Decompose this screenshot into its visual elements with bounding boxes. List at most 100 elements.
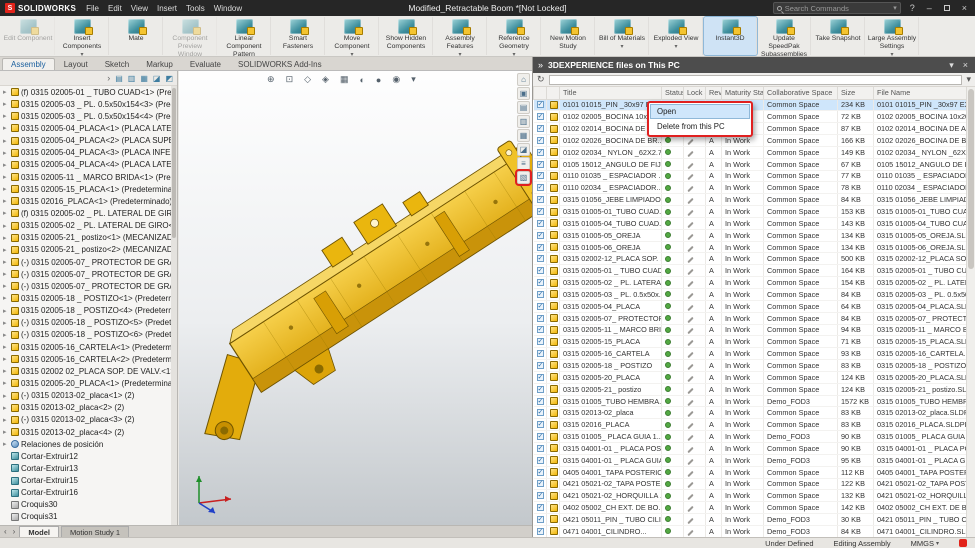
row-checkbox[interactable]	[537, 113, 544, 120]
expand-arrow-icon[interactable]: ▸	[3, 185, 9, 193]
file-row[interactable]: 0315 04001-01 _ PLACA POS... A In Work C…	[534, 442, 967, 454]
panel-options-icon[interactable]: ▾	[947, 60, 956, 71]
file-row[interactable]: 0102 02034_ NYLON _62X2.7... A In Work C…	[534, 146, 967, 158]
menu-item[interactable]: Tools	[182, 3, 209, 14]
feature-tree-item[interactable]: ▸ Cortar-Extruir13	[0, 462, 171, 474]
row-checkbox[interactable]	[537, 101, 544, 108]
row-checkbox[interactable]	[537, 184, 544, 191]
file-row[interactable]: 0105 15012_ANGULO DE FIJ... A In Work Co…	[534, 158, 967, 170]
file-row[interactable]: 0315 02005-04_PLACA A In Work Common Spa…	[534, 300, 967, 312]
feature-tree-item[interactable]: ▸ 0315 02005-03 _ PL. 0.5x50x154<3> (Pre…	[0, 98, 171, 110]
configurationmanager-icon[interactable]: ▦	[140, 74, 148, 83]
row-checkbox[interactable]	[537, 196, 544, 203]
expand-arrow-icon[interactable]: ▸	[3, 234, 9, 242]
file-row[interactable]: 0110 01035 _ ESPACIADOR ... A In Work Co…	[534, 170, 967, 182]
panel-close-icon[interactable]: ×	[961, 60, 970, 70]
ribbon-button[interactable]: Instant3D ▾	[704, 17, 757, 55]
ribbon-button[interactable]: Show Hidden Components ▾	[380, 17, 433, 55]
expand-arrow-icon[interactable]: ▸	[3, 367, 9, 375]
ribbon-button[interactable]: Take Snapshot ▾	[812, 17, 865, 55]
feature-tree-item[interactable]: ▸ 0315 02005-16_CARTELA<1> (Predetermina…	[0, 341, 171, 353]
column-header[interactable]: Collaborative Space	[764, 87, 838, 99]
file-row[interactable]: 0315 02002-12_PLACA SOP. ... A In Work C…	[534, 253, 967, 265]
ribbon-button[interactable]: Insert Components ▾	[56, 17, 109, 55]
expand-arrow-icon[interactable]: ▸	[3, 100, 9, 108]
feature-tree-item[interactable]: ▸ 0315 02005-21_ postizo<1> (MECANIZADO)	[0, 232, 171, 244]
file-row[interactable]: 0315 02005-11 _ MARCO BRID... A In Work …	[534, 324, 967, 336]
feature-tree-item[interactable]: ▸ 0315 02013-02_placa<2> (2)	[0, 402, 171, 414]
expand-arrow-icon[interactable]: ▸	[3, 416, 9, 424]
expand-arrow-icon[interactable]: ▸	[3, 124, 9, 132]
ribbon-button[interactable]: Component Preview Window ▾	[164, 17, 217, 55]
units-selector[interactable]: MMGS ▾	[911, 539, 939, 548]
file-row[interactable]: 0315 02005-03 _ PL. 0.5x50x... A In Work…	[534, 289, 967, 301]
row-checkbox[interactable]	[537, 172, 544, 179]
restore-button[interactable]	[941, 4, 953, 13]
file-row[interactable]: 0421 05021-02_TAPA POSTE... A In Work Co…	[534, 478, 967, 490]
row-checkbox[interactable]	[537, 315, 544, 322]
file-row[interactable]: 0110 02034 _ ESPACIADOR... A In Work Com…	[534, 182, 967, 194]
row-checkbox[interactable]	[537, 469, 544, 476]
scrollbar-thumb[interactable]	[172, 88, 176, 238]
ribbon-button[interactable]: Reference Geometry ▾	[488, 17, 541, 55]
feature-tree-item[interactable]: ▸ 0315 02005-16_CARTELA<2> (Predetermina…	[0, 353, 171, 365]
previous-view-icon[interactable]: ◇	[304, 74, 311, 85]
row-checkbox[interactable]	[537, 362, 544, 369]
graphics-viewport[interactable]: ⊕⊡◇◈▦◐●◉▾	[179, 71, 532, 525]
file-row[interactable]: 0421 05011_PIN _ TUBO CILIN... A In Work…	[534, 514, 967, 526]
command-tab[interactable]: Assembly	[2, 58, 55, 70]
row-checkbox[interactable]	[537, 291, 544, 298]
featuremanager-tree-icon[interactable]: ▤	[115, 74, 123, 83]
row-checkbox[interactable]	[537, 421, 544, 428]
file-row[interactable]: 0315 01005-06_OREJA A In Work Common Spa…	[534, 241, 967, 253]
row-checkbox[interactable]	[537, 386, 544, 393]
feature-tree-item[interactable]: ▸ 0315 02005-18 _ POSTIZO<1> (Predetermi…	[0, 292, 171, 304]
context-menu-item[interactable]: Delete from this PC	[650, 119, 750, 134]
zoom-area-icon[interactable]: ⊡	[286, 74, 294, 85]
expand-arrow-icon[interactable]: ▸	[3, 440, 9, 448]
ribbon-button[interactable]: New Motion Study ▾	[542, 17, 595, 55]
column-header[interactable]: Status	[662, 87, 684, 99]
row-checkbox[interactable]	[537, 350, 544, 357]
expand-arrow-icon[interactable]: ▸	[3, 209, 9, 217]
row-checkbox[interactable]	[537, 433, 544, 440]
row-checkbox[interactable]	[537, 326, 544, 333]
expand-arrow-icon[interactable]: ▸	[3, 355, 9, 363]
file-row[interactable]: 0315 01056_JEBE LIMPIADOR... A In Work C…	[534, 194, 967, 206]
column-header[interactable]: Title	[560, 87, 662, 99]
file-row[interactable]: 0315 01005_ PLACA GUIA 1... A In Work De…	[534, 431, 967, 443]
feature-tree-item[interactable]: ▸ Croquis31	[0, 511, 171, 523]
appearances-scenes-icon[interactable]: ◪	[517, 143, 530, 156]
expand-arrow-icon[interactable]: ▸	[3, 197, 9, 205]
file-row[interactable]: 0315 02005-20_PLACA A In Work Common Spa…	[534, 371, 967, 383]
column-header[interactable]: Size	[838, 87, 874, 99]
panel-scrollbar[interactable]	[966, 87, 975, 537]
view-orientation-icon[interactable]: ▦	[340, 74, 349, 85]
column-header[interactable]: Maturity State	[722, 87, 764, 99]
feature-tree-item[interactable]: ▸ 0315 02016_PLACA<1> (Predeterminado)	[0, 195, 171, 207]
feature-tree-item[interactable]: ▸ 0315 02005-03 _ PL. 0.5x50x154<4> (Pre…	[0, 110, 171, 122]
row-checkbox[interactable]	[537, 267, 544, 274]
zoom-fit-icon[interactable]: ⊕	[267, 74, 275, 85]
row-checkbox[interactable]	[537, 409, 544, 416]
feature-tree-item[interactable]: ▸ (f) 0315 02005-02 _ PL. LATERAL DE GIR…	[0, 207, 171, 219]
row-checkbox[interactable]	[537, 161, 544, 168]
row-checkbox[interactable]	[537, 244, 544, 251]
file-row[interactable]: 0315 02005-15_PLACA A In Work Common Spa…	[534, 336, 967, 348]
file-row[interactable]: 0471 04001_CILINDRO... A In Work Demo_FO…	[534, 525, 967, 537]
menu-item[interactable]: Window	[210, 3, 246, 14]
feature-tree-item[interactable]: ▸ 0315 02005-02 _ PL. LATERAL DE GIRO<2>…	[0, 220, 171, 232]
3dexperience-status-icon[interactable]	[959, 539, 967, 547]
file-row[interactable]: 0315 01005-05_OREJA A In Work Common Spa…	[534, 229, 967, 241]
feature-tree-scrollbar[interactable]	[171, 86, 177, 525]
expand-arrow-icon[interactable]: ▸	[3, 270, 9, 278]
row-checkbox[interactable]	[537, 303, 544, 310]
feature-tree-item[interactable]: ▸ 0315 02002 02_PLACA SOP. DE VALV.<1> (…	[0, 365, 171, 377]
row-checkbox[interactable]	[537, 137, 544, 144]
expand-arrow-icon[interactable]: ▸	[3, 428, 9, 436]
panel-collapse-icon[interactable]: »	[538, 60, 543, 70]
feature-tree-item[interactable]: ▸ (f) 0315 02005-01 _ TUBO CUAD<1> (Pred…	[0, 86, 171, 98]
ribbon-button[interactable]: Exploded View ▾	[650, 17, 703, 55]
row-checkbox[interactable]	[537, 149, 544, 156]
file-row[interactable]: 0315 02005-02 _ PL. LATERAL... A In Work…	[534, 277, 967, 289]
